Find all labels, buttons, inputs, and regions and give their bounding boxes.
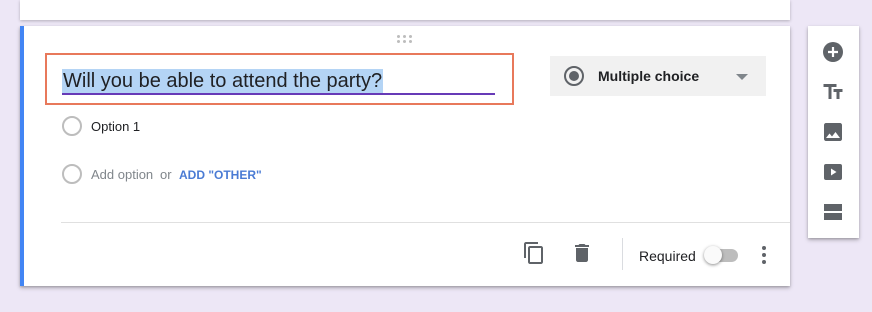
required-toggle[interactable] — [704, 246, 740, 264]
footer-separator — [622, 238, 623, 270]
footer-divider — [61, 222, 790, 223]
add-image-icon[interactable] — [821, 120, 845, 144]
option-radio-icon — [62, 116, 82, 136]
add-option-input[interactable]: Add option — [91, 167, 153, 182]
add-other-button[interactable]: ADD "OTHER" — [179, 168, 262, 182]
copy-icon[interactable] — [522, 241, 546, 265]
add-section-icon[interactable] — [821, 200, 845, 224]
question-title-input[interactable]: Will you be able to attend the party? — [62, 69, 495, 95]
question-card[interactable]: Will you be able to attend the party? Mu… — [20, 26, 790, 286]
toggle-thumb — [704, 246, 722, 264]
or-text: or — [160, 167, 172, 182]
drag-handle-icon[interactable] — [396, 34, 414, 44]
add-video-icon[interactable] — [821, 160, 845, 184]
question-type-label: Multiple choice — [598, 68, 700, 84]
dropdown-arrow-icon — [736, 74, 748, 80]
option-1-label[interactable]: Option 1 — [91, 119, 140, 134]
question-title-highlight: Will you be able to attend the party? — [45, 53, 514, 105]
add-title-icon[interactable] — [821, 80, 845, 104]
question-title-text: Will you be able to attend the party? — [62, 69, 384, 93]
more-vert-icon[interactable] — [754, 243, 774, 267]
required-label: Required — [639, 248, 696, 264]
radio-button-icon — [564, 66, 584, 86]
side-toolbar — [808, 26, 859, 238]
delete-icon[interactable] — [570, 241, 594, 265]
previous-card — [20, 0, 790, 20]
add-option-radio-icon — [62, 164, 82, 184]
add-question-icon[interactable] — [821, 40, 845, 64]
question-type-dropdown[interactable]: Multiple choice — [550, 56, 766, 96]
active-card-indicator — [20, 26, 24, 286]
